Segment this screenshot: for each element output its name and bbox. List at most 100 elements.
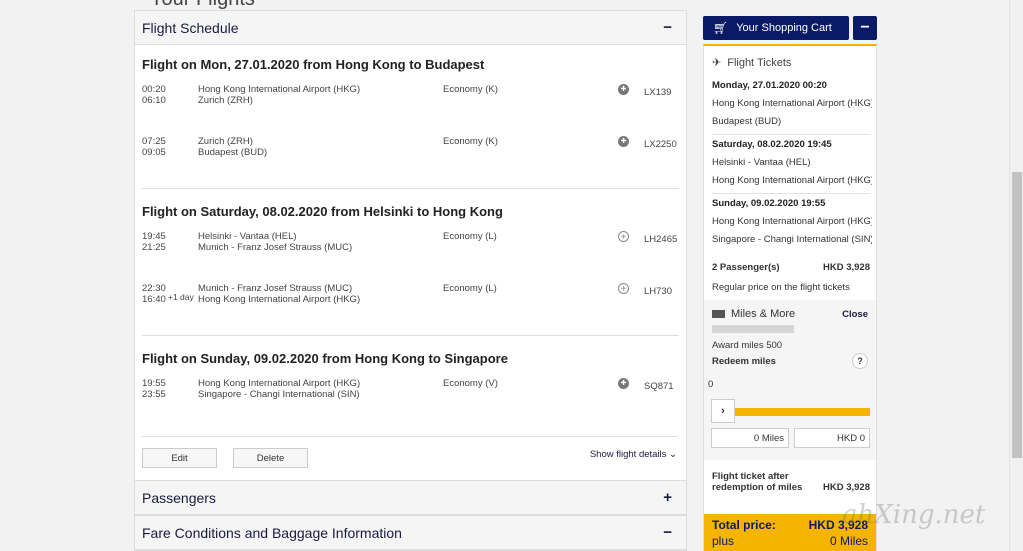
- miles-input[interactable]: 0 Miles: [711, 428, 789, 448]
- cart-collapse-button[interactable]: −: [853, 16, 877, 40]
- after-redemption-row: Flight ticket after redemption of miles …: [712, 471, 870, 493]
- cart-flight-date: Monday, 27.01.2020 00:20: [712, 80, 827, 91]
- delete-button[interactable]: Delete: [233, 448, 308, 468]
- after-redemption-value: HKD 3,928: [823, 482, 870, 493]
- singapore-airline-icon: ✚: [618, 378, 629, 389]
- departure-airport: Zurich (ZRH): [198, 136, 253, 147]
- show-flight-details-link[interactable]: Show flight details ⌄: [590, 449, 677, 460]
- lufthansa-airline-icon: ✈: [618, 283, 629, 294]
- scrollbar-thumb[interactable]: [1012, 172, 1022, 458]
- arrival-time: 23:55: [142, 389, 166, 400]
- flight-leg: 19:55 23:55 Hong Kong International Airp…: [142, 378, 679, 402]
- arrival-time: 06:10: [142, 95, 166, 106]
- flight-actions: Edit Delete Show flight details ⌄: [142, 436, 677, 468]
- flight-title: Flight on Mon, 27.01.2020 from Hong Kong…: [142, 57, 485, 72]
- cart-panel: ✈ Flight Tickets Monday, 27.01.2020 00:20…: [703, 44, 877, 551]
- award-miles: Award miles 500: [712, 340, 783, 351]
- miles-close-link[interactable]: Close: [842, 309, 868, 320]
- passengers-title: Passengers: [142, 489, 216, 506]
- passengers-header[interactable]: Passengers +: [135, 481, 686, 515]
- departure-time: 19:45: [142, 231, 166, 242]
- airplane-icon: ✈: [712, 57, 722, 69]
- flight-leg: 00:20 06:10 Hong Kong International Airp…: [142, 84, 679, 108]
- slider-min-label: 0: [708, 379, 714, 390]
- divider: [712, 193, 870, 194]
- flight-card: Flight on Mon, 27.01.2020 from Hong Kong…: [135, 45, 686, 160]
- flight-schedule-panel: Flight Schedule − Flight on Mon, 27.01.2…: [134, 10, 687, 551]
- departure-airport: Hong Kong International Airport (HKG): [198, 84, 361, 95]
- flight-number: LX139: [644, 87, 672, 98]
- cart-flight-from: Hong Kong International Airport (HKG): [712, 216, 872, 227]
- shopping-cart-button[interactable]: 🛒︎ Your Shopping Cart: [703, 16, 849, 40]
- swiss-airline-icon: ✚: [618, 136, 629, 147]
- cart-flight-to: Singapore - Changi International (SIN): [712, 234, 872, 245]
- miles-more-title: Miles & More: [731, 308, 796, 320]
- cart-icon: 🛒︎: [713, 21, 729, 35]
- help-icon[interactable]: ?: [852, 353, 868, 369]
- passengers-section: Passengers +: [135, 480, 686, 515]
- collapse-icon[interactable]: −: [663, 524, 672, 541]
- miles-slider-handle[interactable]: ›: [711, 399, 735, 423]
- flight-number: SQ871: [644, 381, 674, 392]
- passengers-summary: 2 Passenger(s) HKD 3,928: [712, 262, 870, 273]
- fare-header[interactable]: Fare Conditions and Baggage Information …: [135, 516, 686, 550]
- blurred-account-info: [712, 325, 794, 333]
- arrival-time: 21:25: [142, 242, 166, 253]
- flight-number: LX2250: [644, 139, 677, 150]
- arrival-time: 09:05: [142, 147, 166, 158]
- passengers-count: 2 Passenger(s): [712, 262, 780, 273]
- flight-tickets-title: Flight Tickets: [727, 57, 792, 69]
- hkd-input[interactable]: HKD 0: [794, 428, 870, 448]
- departure-time: 00:20: [142, 84, 166, 95]
- miles-more-panel: Miles & More Close Award miles 500 Redee…: [704, 300, 876, 460]
- cabin-class: Economy (L): [443, 283, 497, 294]
- cart-flight-to: Hong Kong International Airport (HKG): [712, 175, 872, 186]
- expand-icon[interactable]: +: [663, 489, 672, 506]
- cart-flight-item: Sunday, 09.02.2020 19:55 Hong Kong Inter…: [712, 198, 872, 245]
- cabin-class: Economy (K): [443, 136, 498, 147]
- regular-price-note: Regular price on the flight tickets: [712, 282, 850, 293]
- flight-tickets-header: ✈ Flight Tickets: [712, 56, 791, 69]
- cart-flight-to: Budapest (BUD): [712, 116, 782, 127]
- departure-airport: Munich - Franz Josef Strauss (MUC): [198, 283, 353, 294]
- miles-slider-track[interactable]: [734, 408, 870, 416]
- plus-label: plus: [712, 534, 735, 548]
- arrival-airport: Hong Kong International Airport (HKG): [198, 294, 361, 305]
- flight-leg: 19:45 21:25 Helsinki - Vantaa (HEL) Muni…: [142, 231, 679, 255]
- arrival-airport: Budapest (BUD): [198, 147, 268, 158]
- passengers-price: HKD 3,928: [823, 262, 870, 273]
- plus-day-badge: +1 day: [168, 292, 194, 302]
- fare-title: Fare Conditions and Baggage Information: [142, 524, 402, 541]
- page-scrollbar[interactable]: [1009, 0, 1023, 551]
- departure-time: 07:25: [142, 136, 166, 147]
- watermark: ahXing.net: [842, 500, 986, 530]
- card-icon: [712, 310, 725, 319]
- flight-card: Flight on Sunday, 09.02.2020 from Hong K…: [135, 336, 686, 402]
- fare-section: Fare Conditions and Baggage Information …: [135, 515, 686, 550]
- arrival-time: 16:40: [142, 294, 166, 305]
- departure-time: 22:30: [142, 283, 166, 294]
- flight-leg: 22:30 16:40 +1 day Munich - Franz Josef …: [142, 283, 679, 307]
- flight-card: Flight on Saturday, 08.02.2020 from Hels…: [135, 189, 686, 307]
- flight-title: Flight on Sunday, 09.02.2020 from Hong K…: [142, 351, 508, 366]
- shopping-cart-label: Your Shopping Cart: [736, 22, 832, 34]
- flight-schedule-header[interactable]: Flight Schedule −: [135, 11, 686, 45]
- collapse-icon[interactable]: −: [663, 19, 672, 36]
- cart-flight-date: Sunday, 09.02.2020 19:55: [712, 198, 826, 209]
- edit-button[interactable]: Edit: [142, 448, 217, 468]
- cabin-class: Economy (K): [443, 84, 498, 95]
- flight-leg: 07:25 09:05 Zurich (ZRH) Budapest (BUD) …: [142, 136, 679, 160]
- flight-title: Flight on Saturday, 08.02.2020 from Hels…: [142, 204, 503, 219]
- arrival-airport: Zurich (ZRH): [198, 95, 253, 106]
- lufthansa-airline-icon: ✈: [618, 231, 629, 242]
- flight-number: LH730: [644, 286, 672, 297]
- arrival-airport: Singapore - Changi International (SIN): [198, 389, 360, 400]
- swiss-airline-icon: ✚: [618, 84, 629, 95]
- plus-miles-value: 0 Miles: [829, 534, 868, 548]
- departure-airport: Helsinki - Vantaa (HEL): [198, 231, 297, 242]
- divider: [712, 134, 870, 135]
- cabin-class: Economy (L): [443, 231, 497, 242]
- flight-schedule-title: Flight Schedule: [142, 19, 239, 36]
- cart-flight-item: Saturday, 08.02.2020 19:45 Helsinki - Va…: [712, 139, 872, 186]
- cart-flight-from: Helsinki - Vantaa (HEL): [712, 157, 811, 168]
